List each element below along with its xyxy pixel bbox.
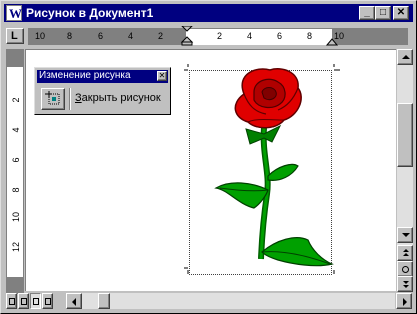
ruler-label: 6 [98,31,104,41]
page-layout-icon [33,298,39,305]
minimize-button[interactable]: _ [359,6,375,20]
ruler-label: 4 [11,127,21,133]
select-browse-object-button[interactable] [397,261,413,277]
ruler-label: 8 [307,31,313,41]
horizontal-ruler[interactable]: 10 8 6 4 2 2 4 6 8 10 [28,26,408,46]
ruler-label: 2 [11,97,21,103]
scroll-up-button[interactable] [397,49,413,65]
normal-view-icon [9,298,15,305]
toolbar-close-button[interactable]: ✕ [157,71,167,81]
title-bar[interactable]: Рисунок в Документ1 _ □ ✕ [4,4,413,22]
ruler-label: 6 [277,31,283,41]
arrow-down-icon [402,233,410,237]
right-indent-marker[interactable] [326,36,338,46]
scroll-down-button[interactable] [397,227,413,243]
normal-view-button[interactable] [6,293,17,309]
word-picture-window: Рисунок в Документ1 _ □ ✕ L 10 8 6 4 2 2… [0,0,417,314]
arrow-left-icon [72,298,76,306]
web-layout-view-button[interactable] [18,293,29,309]
ruler-label: 2 [158,31,164,41]
ruler-bar: L 10 8 6 4 2 2 4 6 8 10 [4,25,413,47]
arrow-right-icon [403,298,407,306]
previous-page-button[interactable] [397,245,413,261]
next-page-button[interactable] [397,276,413,292]
edit-picture-toolbar[interactable]: Изменение рисунка ✕ Закрыть рисунок [34,67,171,115]
browse-object-icon [402,266,409,273]
page-layout-view-button[interactable] [30,293,41,309]
ruler-label: 4 [128,31,134,41]
ruler-label: 8 [67,31,73,41]
web-view-icon [21,298,27,305]
tab-stop-selector[interactable]: L [6,28,24,44]
scroll-left-button[interactable] [66,293,82,309]
outline-view-icon [45,298,51,305]
maximize-button[interactable]: □ [375,6,391,20]
close-drawing-button[interactable]: Закрыть рисунок [75,92,161,104]
ruler-label: 2 [217,31,223,41]
vertical-scroll-thumb[interactable] [397,103,413,167]
vertical-scrollbar[interactable] [397,49,413,292]
word-app-icon[interactable] [6,5,22,22]
horizontal-scroll-row [4,293,413,310]
toolbar-separator [69,88,71,110]
window-title: Рисунок в Документ1 [26,6,154,20]
ruler-label: 6 [11,157,21,163]
reset-picture-boundary-button[interactable] [41,88,65,110]
rose-picture[interactable] [184,64,344,284]
close-button[interactable]: ✕ [393,6,409,20]
ruler-label: 12 [11,242,21,253]
horizontal-scroll-thumb[interactable] [98,293,110,309]
vertical-ruler[interactable]: 2 4 6 8 10 12 [6,49,24,294]
scroll-right-button[interactable] [396,293,412,309]
toolbar-title[interactable]: Изменение рисунка ✕ [37,70,168,83]
outline-view-button[interactable] [42,293,53,309]
ruler-label: 8 [11,187,21,193]
ruler-label: 10 [35,31,46,41]
indent-markers[interactable] [180,26,194,46]
ruler-label: 4 [247,31,253,41]
horizontal-scroll-track[interactable] [82,293,395,309]
arrow-up-icon [402,55,410,59]
edit-picture-icon [45,91,60,105]
ruler-label: 10 [11,212,21,223]
